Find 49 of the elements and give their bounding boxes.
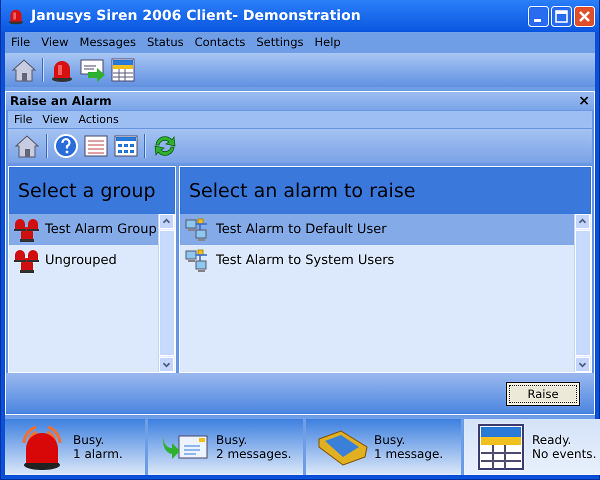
scroll-down-button[interactable] <box>575 357 590 372</box>
menu-item[interactable]: View <box>41 35 69 50</box>
home-icon[interactable] <box>14 133 40 159</box>
scroll-down-button[interactable] <box>159 357 174 372</box>
list-item[interactable]: Test Alarm Group <box>9 214 158 245</box>
list-heading: Select a group <box>9 167 175 214</box>
scroll-up-button[interactable] <box>575 214 590 229</box>
raise-button[interactable]: Raise <box>506 382 580 406</box>
list-item[interactable]: Test Alarm to System Users <box>180 245 574 276</box>
list-item[interactable]: Ungrouped <box>9 245 158 276</box>
status-panel[interactable]: Busy. 2 messages. <box>148 419 303 475</box>
message-arrow-icon[interactable] <box>80 58 106 82</box>
help-icon[interactable] <box>54 134 78 158</box>
scrollbar-thumb[interactable] <box>159 230 175 356</box>
scroll-up-button[interactable] <box>159 214 174 229</box>
status-text: Ready. No events. <box>532 433 596 461</box>
sirens-icon <box>14 218 40 242</box>
menu-item[interactable]: Status <box>146 35 184 50</box>
status-panel[interactable]: Ready. No events. <box>464 419 600 475</box>
status-text: Busy. 1 alarm. <box>73 433 123 461</box>
app-icon[interactable] <box>7 7 25 25</box>
sirens-icon <box>14 248 40 272</box>
minimize-button[interactable] <box>528 6 549 26</box>
menu-item[interactable]: Messages <box>80 35 136 50</box>
window-title: Janusys Siren 2006 Client- Demonstration <box>31 8 361 24</box>
status-text: Busy. 2 messages. <box>216 433 292 461</box>
close-button[interactable] <box>574 6 595 26</box>
maximize-button[interactable] <box>551 6 572 26</box>
scrollbar-thumb[interactable] <box>575 230 591 356</box>
menu-item[interactable]: File <box>14 113 32 126</box>
status-text: Busy. 1 message. <box>374 433 444 461</box>
menu-item[interactable]: Actions <box>78 113 119 126</box>
calendar-add-icon[interactable] <box>111 58 135 82</box>
menu-item[interactable]: File <box>11 35 30 50</box>
menu-item[interactable]: View <box>42 113 69 126</box>
panel-title: Raise an Alarm <box>10 94 112 108</box>
list-heading: Select an alarm to raise <box>180 167 591 214</box>
refresh-icon[interactable] <box>152 133 178 159</box>
status-panel[interactable]: Busy. 1 message. <box>306 419 461 475</box>
home-icon[interactable] <box>11 57 37 83</box>
list-item[interactable]: Test Alarm to Default User <box>180 214 574 245</box>
menu-item[interactable]: Help <box>314 35 341 50</box>
menu-item[interactable]: Contacts <box>194 35 246 50</box>
panel-close-button[interactable]: × <box>578 94 590 108</box>
status-panel[interactable]: Busy. 1 alarm. <box>5 419 145 475</box>
report-icon[interactable] <box>84 135 108 157</box>
menu-item[interactable]: Settings <box>256 35 304 50</box>
grid-icon[interactable] <box>114 135 138 157</box>
calendar-icon[interactable] <box>477 423 525 471</box>
